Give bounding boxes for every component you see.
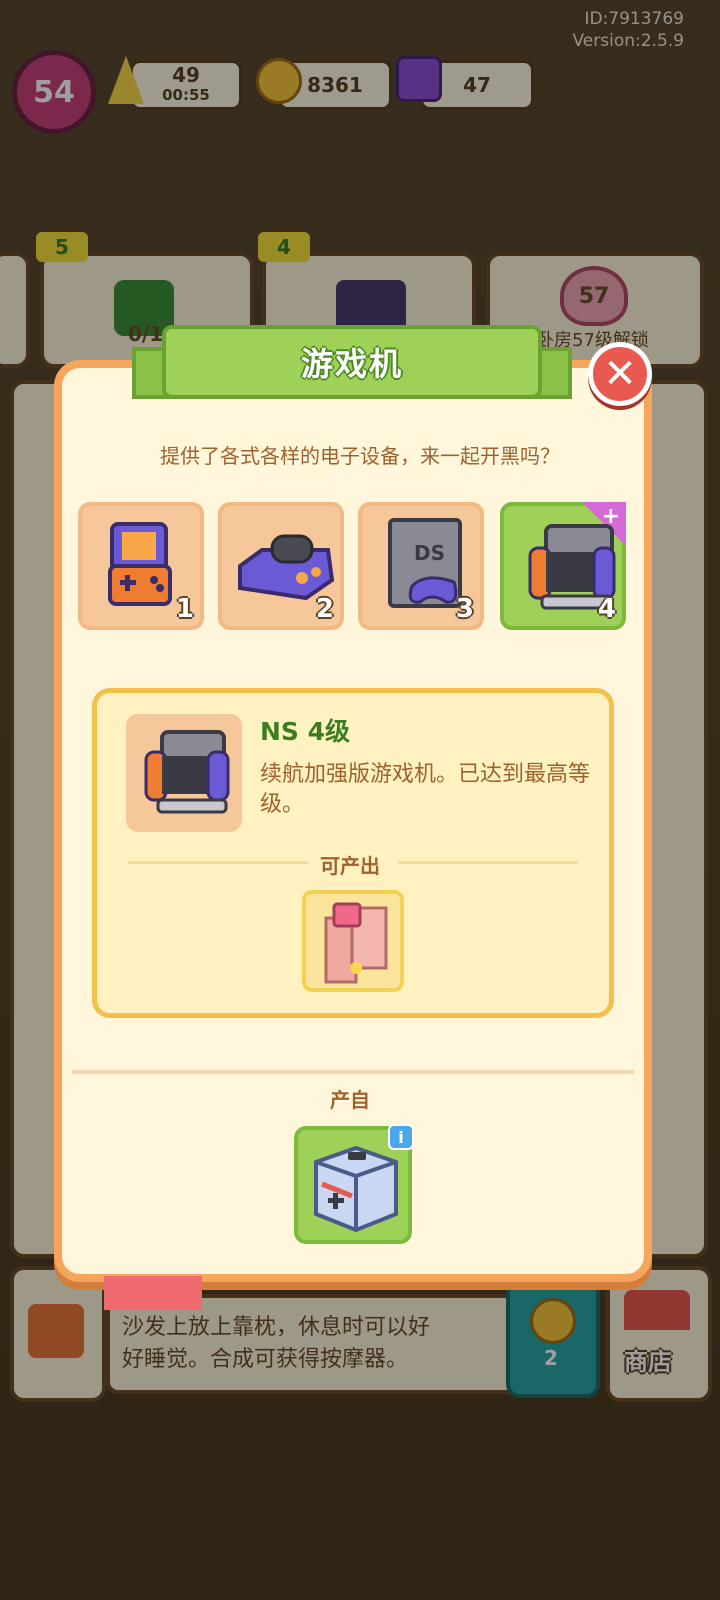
tier-number: 2 — [315, 594, 334, 624]
title-banner: 游戏机 — [132, 325, 572, 405]
tier-number: 3 — [455, 594, 474, 624]
svg-text:DS: DS — [414, 541, 445, 565]
tier-slot-3[interactable]: DS 3 — [358, 502, 484, 630]
produce-item-slot[interactable] — [302, 890, 404, 992]
close-button[interactable]: ✕ — [588, 342, 652, 406]
category-description: 提供了各式各样的电子设备，来一起开黑吗？ — [160, 444, 560, 468]
ns-console-icon — [144, 730, 230, 814]
gift-box-icon — [314, 1145, 398, 1233]
modal-title: 游戏机 — [300, 345, 403, 383]
tier-slot-2[interactable]: 2 — [218, 502, 344, 630]
brick-stack-icon — [324, 902, 388, 984]
modal-ribbon — [104, 1276, 202, 1310]
source-label: 产自 — [330, 1088, 370, 1112]
divider-right — [398, 861, 578, 864]
detail-item-icon — [126, 714, 242, 832]
banner-main: 游戏机 — [162, 325, 542, 399]
divider-left — [128, 861, 308, 864]
section-divider — [72, 1070, 634, 1074]
item-description: 续航加强版游戏机。已达到最高等级。 — [260, 762, 591, 817]
info-icon[interactable]: i — [388, 1124, 414, 1150]
item-name-level: NS 4级 — [260, 717, 351, 746]
tier-number: 4 — [597, 594, 616, 624]
tier-number: 1 — [175, 594, 194, 624]
close-icon: ✕ — [603, 351, 637, 397]
tier-slot-1[interactable]: 1 — [78, 502, 204, 630]
produce-label: 可产出 — [320, 854, 380, 878]
handheld-console-icon — [108, 522, 172, 606]
tier-slot-4[interactable]: + 4 — [500, 502, 626, 630]
